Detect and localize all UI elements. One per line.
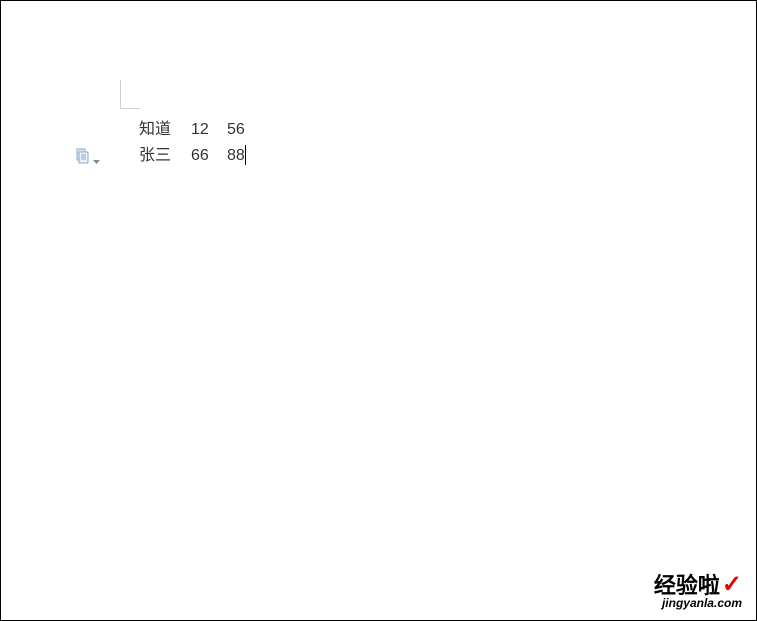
watermark-url: jingyanla.com — [654, 596, 742, 610]
chevron-down-icon — [93, 153, 100, 160]
cell: 张三 — [139, 143, 191, 169]
cell: 知道 — [139, 117, 191, 143]
cell: 66 — [191, 143, 227, 169]
paste-options-button[interactable] — [74, 148, 100, 164]
text-row: 张三 66 88 — [139, 143, 245, 169]
margin-marker — [120, 80, 140, 109]
cell-text: 88 — [227, 147, 245, 164]
text-cursor — [245, 145, 246, 165]
paste-icon — [74, 148, 90, 164]
cell: 88 — [227, 143, 245, 169]
watermark: 经验啦 ✓ jingyanla.com — [654, 568, 742, 610]
document-body[interactable]: 知道 12 56 张三 66 88 — [139, 117, 245, 169]
cell: 56 — [227, 117, 245, 143]
cell: 12 — [191, 117, 227, 143]
check-icon: ✓ — [722, 570, 742, 599]
text-row: 知道 12 56 — [139, 117, 245, 143]
